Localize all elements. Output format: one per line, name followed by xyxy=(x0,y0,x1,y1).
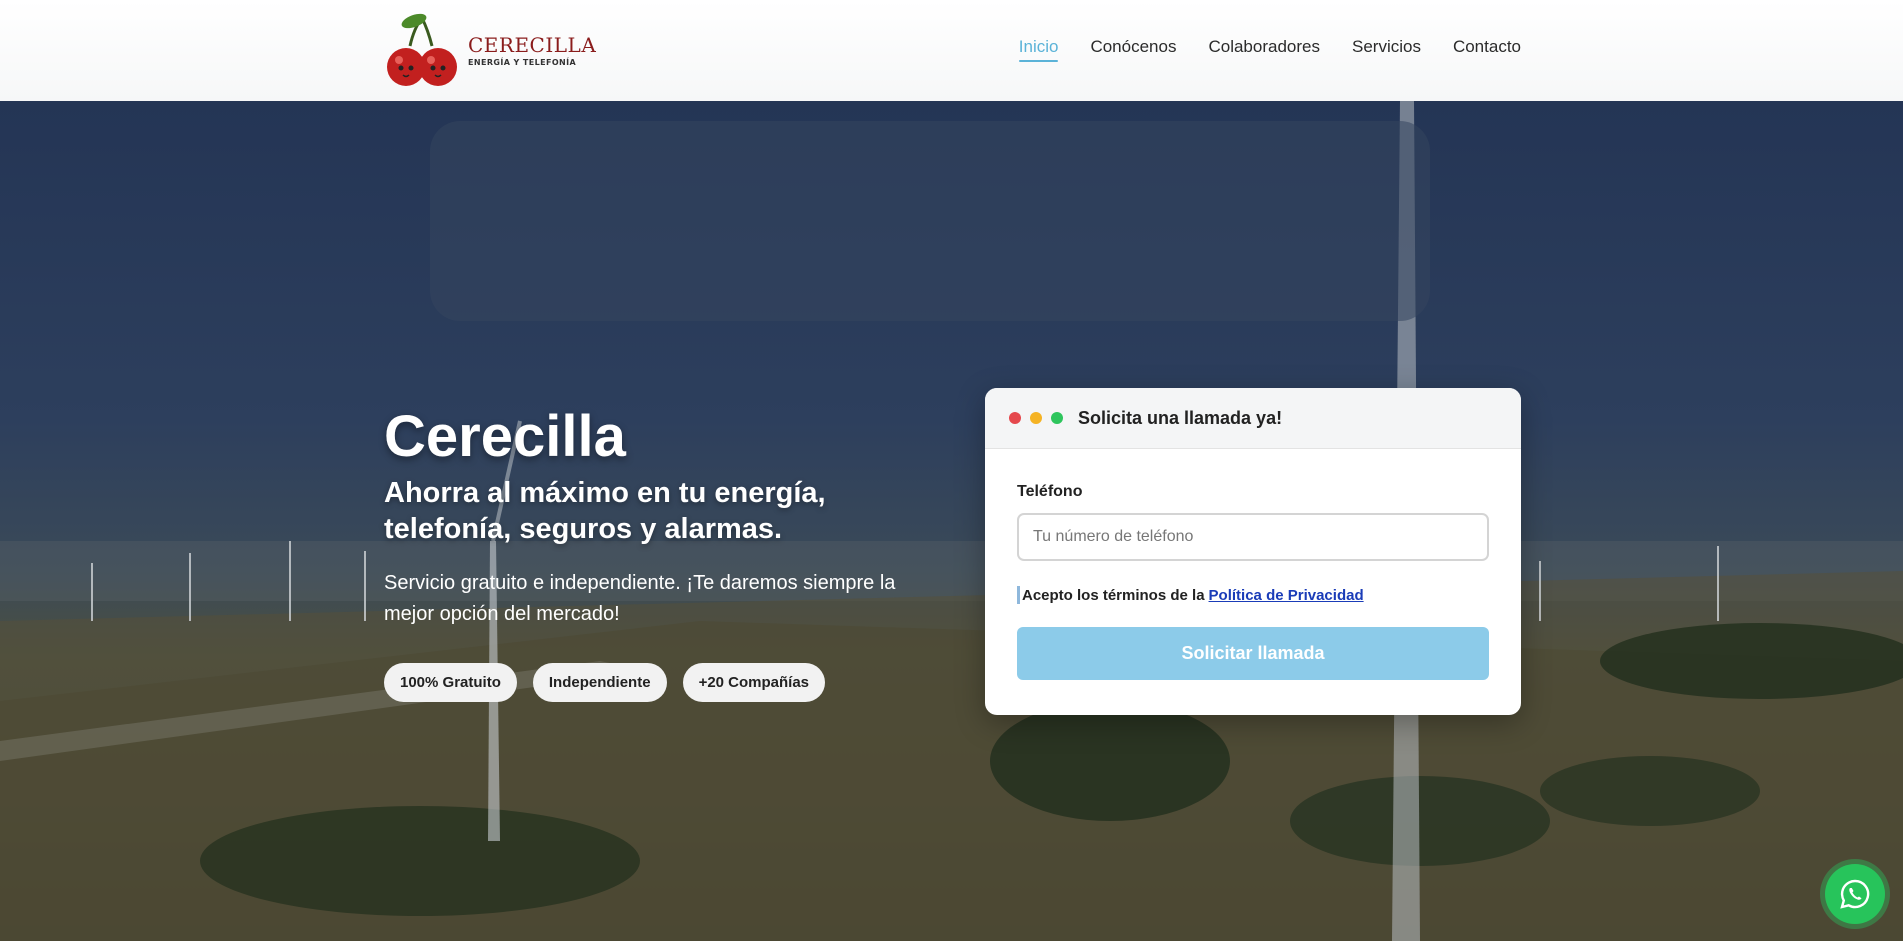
form-title: Solicita una llamada ya! xyxy=(1078,407,1283,428)
red-dot-icon xyxy=(1009,412,1021,424)
nav-item-contacto[interactable]: Contacto xyxy=(1453,37,1521,62)
callback-form-card: Solicita una llamada ya! Teléfono Acepto… xyxy=(985,388,1521,715)
site-header: CERECILLA ENERGÍA Y TELEFONÍA Inicio Con… xyxy=(0,0,1903,101)
brand-tagline: ENERGÍA Y TELEFONÍA xyxy=(468,58,577,67)
card-header: Solicita una llamada ya! xyxy=(985,388,1521,449)
feature-pills: 100% Gratuito Independiente +20 Compañía… xyxy=(384,663,826,702)
cherry-logo-icon xyxy=(384,12,464,88)
yellow-dot-icon xyxy=(1030,412,1042,424)
nav-item-colaboradores[interactable]: Colaboradores xyxy=(1208,37,1320,62)
terms-row: Acepto los términos de la Política de Pr… xyxy=(1017,586,1489,604)
hero-title: Cerecilla xyxy=(384,404,626,469)
brand-name: CERECILLA xyxy=(468,33,597,57)
pill-companias: +20 Compañías xyxy=(682,663,826,702)
wind-farm-background xyxy=(0,101,1903,941)
whatsapp-icon xyxy=(1840,879,1870,909)
pill-gratuito: 100% Gratuito xyxy=(384,663,517,702)
phone-label: Teléfono xyxy=(1017,483,1083,500)
main-nav: Inicio Conócenos Colaboradores Servicios… xyxy=(1018,37,1521,62)
phone-input[interactable] xyxy=(1017,513,1489,561)
hero-description: Servicio gratuito e independiente. ¡Te d… xyxy=(384,572,896,625)
privacy-policy-link[interactable]: Política de Privacidad xyxy=(1209,587,1364,604)
whatsapp-button[interactable] xyxy=(1825,864,1885,924)
hero-subtitle: Ahorra al máximo en tu energía, telefoní… xyxy=(384,477,826,545)
green-dot-icon xyxy=(1051,412,1063,424)
nav-item-servicios[interactable]: Servicios xyxy=(1352,37,1421,62)
request-call-button[interactable]: Solicitar llamada xyxy=(1017,627,1489,680)
terms-text: Acepto los términos de la xyxy=(1022,586,1205,604)
nav-item-conocenos[interactable]: Conócenos xyxy=(1090,37,1176,62)
nav-item-inicio[interactable]: Inicio xyxy=(1018,37,1058,62)
pill-independiente: Independiente xyxy=(532,663,667,702)
brand-logo[interactable]: CERECILLA ENERGÍA Y TELEFONÍA xyxy=(384,12,597,88)
hero-section: Cerecilla Ahorra al máximo en tu energía… xyxy=(0,101,1903,941)
terms-checkbox[interactable] xyxy=(1017,586,1020,604)
